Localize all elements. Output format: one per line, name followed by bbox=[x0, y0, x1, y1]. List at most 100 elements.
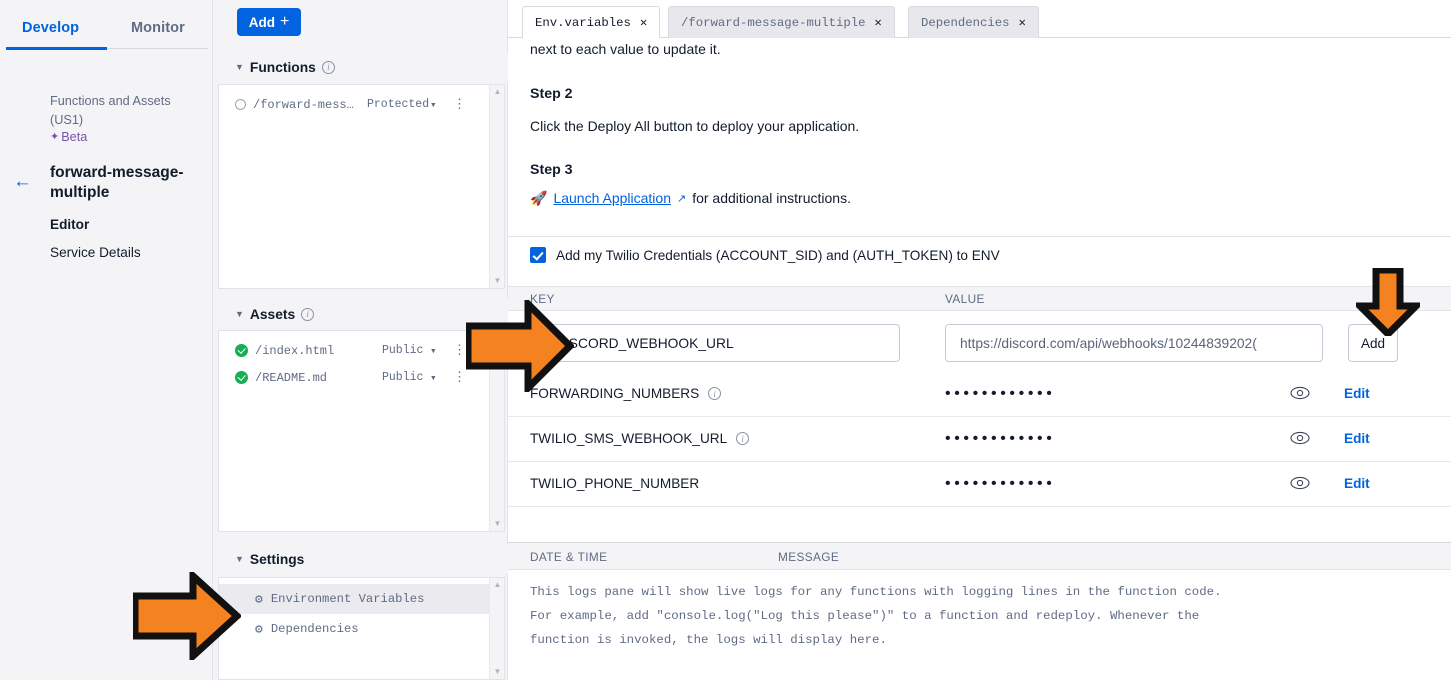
close-icon[interactable]: ✕ bbox=[1019, 15, 1026, 30]
tab-dependencies[interactable]: Dependencies ✕ bbox=[908, 6, 1039, 38]
beta-badge: ✦ Beta bbox=[50, 130, 87, 144]
sidebar-item-label: Dependencies bbox=[270, 622, 359, 636]
asset-visibility: Public bbox=[382, 371, 424, 384]
close-icon[interactable]: ✕ bbox=[640, 15, 647, 30]
value-input[interactable] bbox=[945, 324, 1323, 362]
tab-env-variables[interactable]: Env.variables ✕ bbox=[522, 6, 661, 38]
table-row: TWILIO_SMS_WEBHOOK_URL i •••••••••••• Ed… bbox=[508, 417, 1451, 462]
gear-icon: ⚙ bbox=[255, 591, 263, 607]
check-circle-icon bbox=[235, 344, 248, 357]
step-2-heading: Step 2 bbox=[530, 86, 573, 102]
check-circle-icon bbox=[235, 371, 248, 384]
back-arrow-icon[interactable]: ← bbox=[13, 170, 37, 194]
scroll-down-icon[interactable]: ▼ bbox=[490, 665, 505, 679]
step-3-body: 🚀 Launch Application ↗ for additional in… bbox=[530, 190, 851, 206]
logs-placeholder-text: This logs pane will show live logs for a… bbox=[530, 585, 1222, 647]
show-value-icon[interactable] bbox=[1290, 431, 1310, 450]
info-icon[interactable]: i bbox=[736, 432, 750, 445]
credentials-checkbox[interactable] bbox=[530, 247, 546, 263]
asset-path: /README.md bbox=[255, 370, 328, 385]
edit-link[interactable]: Edit bbox=[1344, 476, 1370, 491]
info-icon[interactable]: i bbox=[708, 387, 722, 400]
sidebar-item-service-details[interactable]: Service Details bbox=[50, 245, 141, 260]
masked-value: •••••••••••• bbox=[945, 475, 1056, 492]
logs-header: DATE & TIME MESSAGE bbox=[508, 542, 1451, 570]
column-header-key: KEY bbox=[530, 292, 555, 306]
functions-section-title: Functions bbox=[249, 59, 316, 75]
tab-develop[interactable]: Develop bbox=[22, 20, 79, 36]
variable-key: TWILIO_PHONE_NUMBER bbox=[530, 476, 699, 491]
variable-key-label: TWILIO_SMS_WEBHOOK_URL bbox=[530, 431, 728, 446]
close-icon[interactable]: ✕ bbox=[874, 15, 881, 30]
chevron-down-icon: ▼ bbox=[235, 553, 244, 564]
functions-section-header[interactable]: ▼ Functions i bbox=[213, 52, 508, 82]
main-content: Env.variables ✕ /forward-message-multipl… bbox=[508, 0, 1451, 680]
scroll-up-icon[interactable]: ▲ bbox=[490, 578, 505, 592]
sidebar-item-editor[interactable]: Editor bbox=[50, 217, 89, 232]
page-title: forward-message-multiple bbox=[50, 164, 184, 201]
chevron-down-icon: ▼ bbox=[235, 308, 244, 319]
asset-row[interactable]: /index.html Public ▾ ⋮ bbox=[219, 337, 504, 364]
function-row[interactable]: /forward-mess… Protected ▾ ⋮ bbox=[219, 91, 504, 118]
asset-row[interactable]: /README.md Public ▾ ⋮ bbox=[219, 364, 504, 391]
info-icon[interactable]: i bbox=[301, 307, 315, 321]
assets-section-header[interactable]: ▼ Assets i bbox=[213, 299, 508, 329]
settings-scrollbar[interactable]: ▲ ▼ bbox=[489, 578, 504, 679]
scroll-down-icon[interactable]: ▼ bbox=[490, 274, 505, 288]
explorer-panel: Add + ▼ Functions i /forward-mess… Prote… bbox=[213, 0, 508, 680]
app-root: Develop Monitor Functions and Assets (US… bbox=[0, 0, 1451, 680]
more-options-icon[interactable]: ⋮ bbox=[453, 98, 466, 111]
nav-tab-group: Develop Monitor bbox=[0, 20, 213, 58]
divider bbox=[508, 236, 1451, 237]
functions-scrollbar[interactable]: ▲ ▼ bbox=[489, 85, 504, 288]
edit-link[interactable]: Edit bbox=[1344, 386, 1370, 401]
key-input[interactable] bbox=[540, 324, 900, 362]
credentials-checkbox-label: Add my Twilio Credentials (ACCOUNT_SID) … bbox=[556, 247, 1000, 263]
column-header-value: VALUE bbox=[945, 292, 985, 306]
tab-label: /forward-message-multiple bbox=[681, 15, 866, 30]
scroll-up-icon[interactable]: ▲ bbox=[490, 85, 505, 99]
chevron-down-icon[interactable]: ▾ bbox=[430, 371, 437, 385]
plus-icon: + bbox=[279, 13, 290, 30]
sidebar-item-dependencies[interactable]: ⚙ Dependencies bbox=[219, 614, 504, 644]
show-value-icon[interactable] bbox=[1290, 476, 1310, 495]
more-options-icon[interactable]: ⋮ bbox=[453, 344, 466, 357]
column-header-message: MESSAGE bbox=[778, 550, 840, 564]
chevron-down-icon[interactable]: ▾ bbox=[430, 344, 437, 358]
add-variable-button[interactable]: Add bbox=[1348, 324, 1398, 362]
scroll-down-icon[interactable]: ▼ bbox=[490, 517, 505, 531]
tab-forward-message-multiple[interactable]: /forward-message-multiple ✕ bbox=[668, 6, 895, 38]
credentials-checkbox-row[interactable]: Add my Twilio Credentials (ACCOUNT_SID) … bbox=[530, 247, 1000, 263]
info-icon[interactable]: i bbox=[321, 60, 335, 74]
rocket-icon: 🚀 bbox=[530, 190, 548, 206]
step-3-heading: Step 3 bbox=[530, 162, 573, 178]
launch-application-link[interactable]: Launch Application bbox=[553, 190, 671, 206]
external-link-icon: ↗ bbox=[676, 192, 687, 205]
show-value-icon[interactable] bbox=[1290, 386, 1310, 405]
settings-section-header[interactable]: ▼ Settings bbox=[213, 544, 508, 574]
assets-list: /index.html Public ▾ ⋮ /README.md Public… bbox=[218, 330, 505, 532]
table-row: FORWARDING_NUMBERS i •••••••••••• Edit bbox=[508, 372, 1451, 417]
new-variable-row: Add bbox=[508, 311, 1451, 375]
asset-visibility: Public bbox=[382, 344, 424, 357]
variable-key: FORWARDING_NUMBERS i bbox=[530, 386, 722, 401]
more-options-icon[interactable]: ⋮ bbox=[453, 371, 466, 384]
edit-link[interactable]: Edit bbox=[1344, 431, 1370, 446]
sidebar-item-environment-variables[interactable]: ⚙ Environment Variables bbox=[219, 584, 504, 614]
tab-monitor[interactable]: Monitor bbox=[131, 20, 185, 36]
masked-value: •••••••••••• bbox=[945, 430, 1056, 447]
chevron-down-icon[interactable]: ▾ bbox=[430, 98, 437, 112]
add-button[interactable]: Add + bbox=[237, 8, 301, 36]
assets-scrollbar[interactable]: ▲ ▼ bbox=[489, 331, 504, 531]
settings-section-title: Settings bbox=[249, 551, 305, 567]
nav-subtitle: Functions and Assets (US1) bbox=[50, 94, 171, 127]
chevron-down-icon: ▼ bbox=[235, 61, 244, 72]
variable-key-label: FORWARDING_NUMBERS bbox=[530, 386, 700, 401]
scroll-up-icon[interactable]: ▲ bbox=[490, 331, 505, 345]
step-2-body: Click the Deploy All button to deploy yo… bbox=[530, 118, 860, 134]
tab-label: Env.variables bbox=[535, 15, 631, 30]
add-button-label: Add bbox=[248, 14, 275, 30]
env-table-header: KEY VALUE bbox=[508, 286, 1451, 311]
table-row: TWILIO_PHONE_NUMBER •••••••••••• Edit bbox=[508, 462, 1451, 507]
variable-key-label: TWILIO_PHONE_NUMBER bbox=[530, 476, 700, 491]
